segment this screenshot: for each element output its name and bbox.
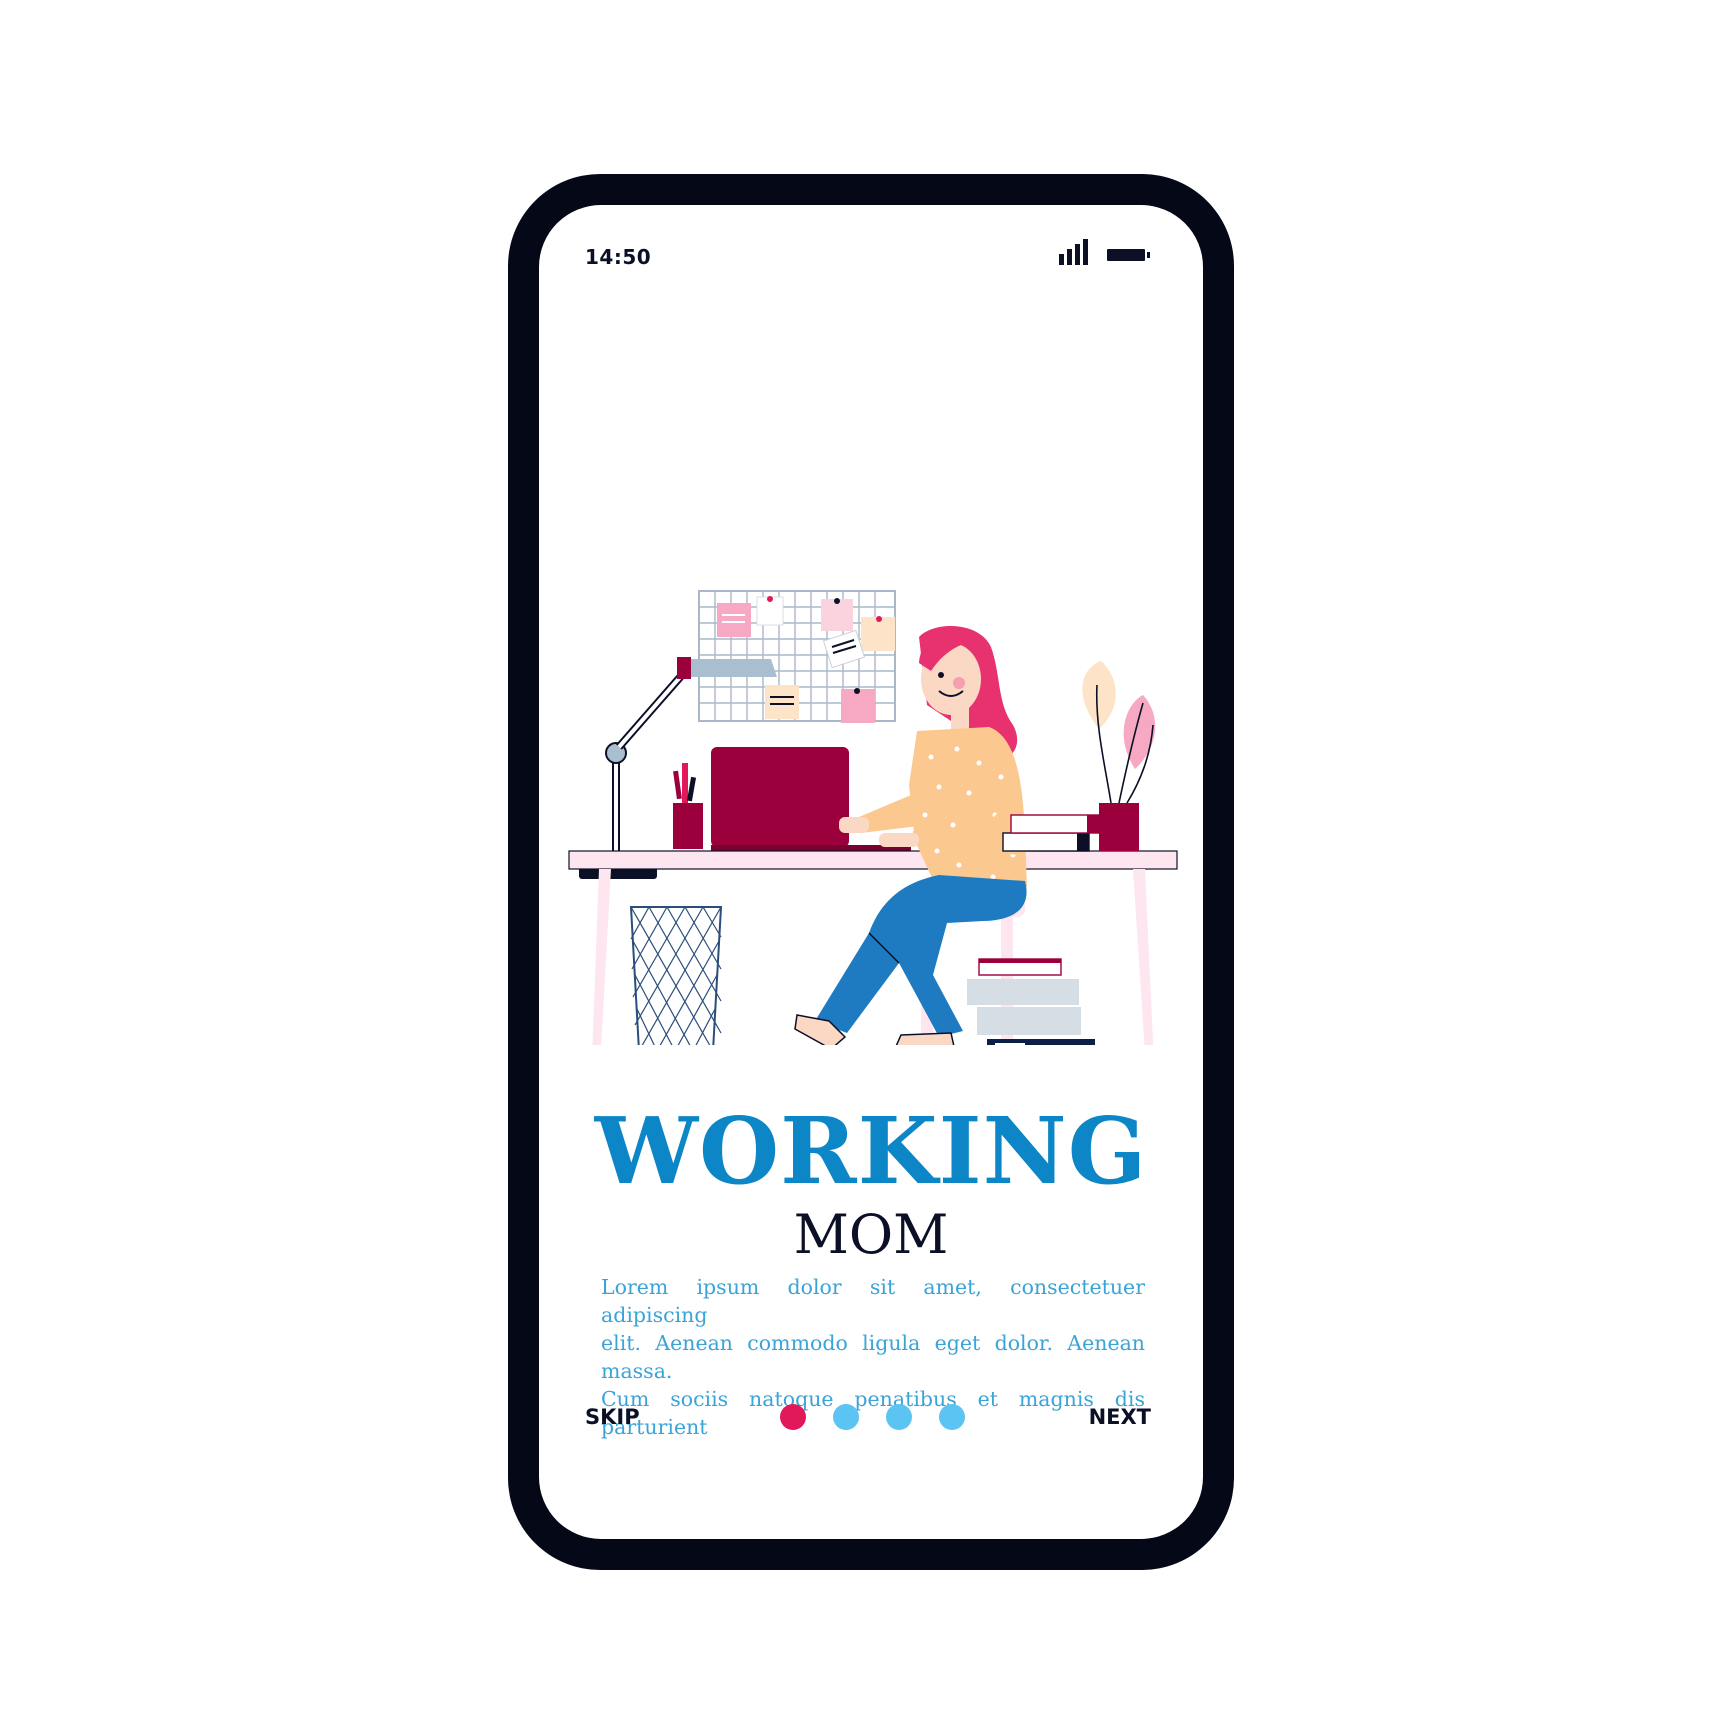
memo-board: [698, 590, 896, 723]
floor-book-stack: [967, 958, 1095, 1045]
description-line: elit. Aenean commodo ligula eget dolor. …: [601, 1331, 1145, 1383]
pencil-cup: [673, 763, 703, 849]
page-dot[interactable]: [939, 1404, 965, 1430]
waste-basket: [629, 906, 723, 1045]
page-dot[interactable]: [833, 1404, 859, 1430]
page-dot[interactable]: [886, 1404, 912, 1430]
phone-screen: 14:50 WORKING MOM Lorem ipsum dolor sit …: [539, 205, 1203, 1539]
next-button[interactable]: NEXT: [1089, 1405, 1151, 1429]
onboarding-subtitle: MOM: [793, 1203, 949, 1266]
status-time: 14:50: [585, 245, 652, 269]
description-line: Cum sociis natoque penatibus et magnis d…: [601, 1387, 1145, 1439]
working-mom-illustration: [568, 590, 1178, 1045]
page-dot[interactable]: [780, 1404, 806, 1430]
description-line: Lorem ipsum dolor sit amet, consectetuer…: [601, 1275, 1145, 1327]
onboarding-title: WORKING: [594, 1097, 1148, 1205]
onboarding-description: Lorem ipsum dolor sit amet, consectetuer…: [601, 1273, 1145, 1441]
phone-frame: 14:50 WORKING MOM Lorem ipsum dolor sit …: [508, 174, 1234, 1570]
signal-bars-icon: [1059, 239, 1093, 265]
skip-button[interactable]: SKIP: [585, 1405, 640, 1429]
desk-books: [1002, 814, 1100, 852]
battery-icon: [1107, 249, 1150, 261]
